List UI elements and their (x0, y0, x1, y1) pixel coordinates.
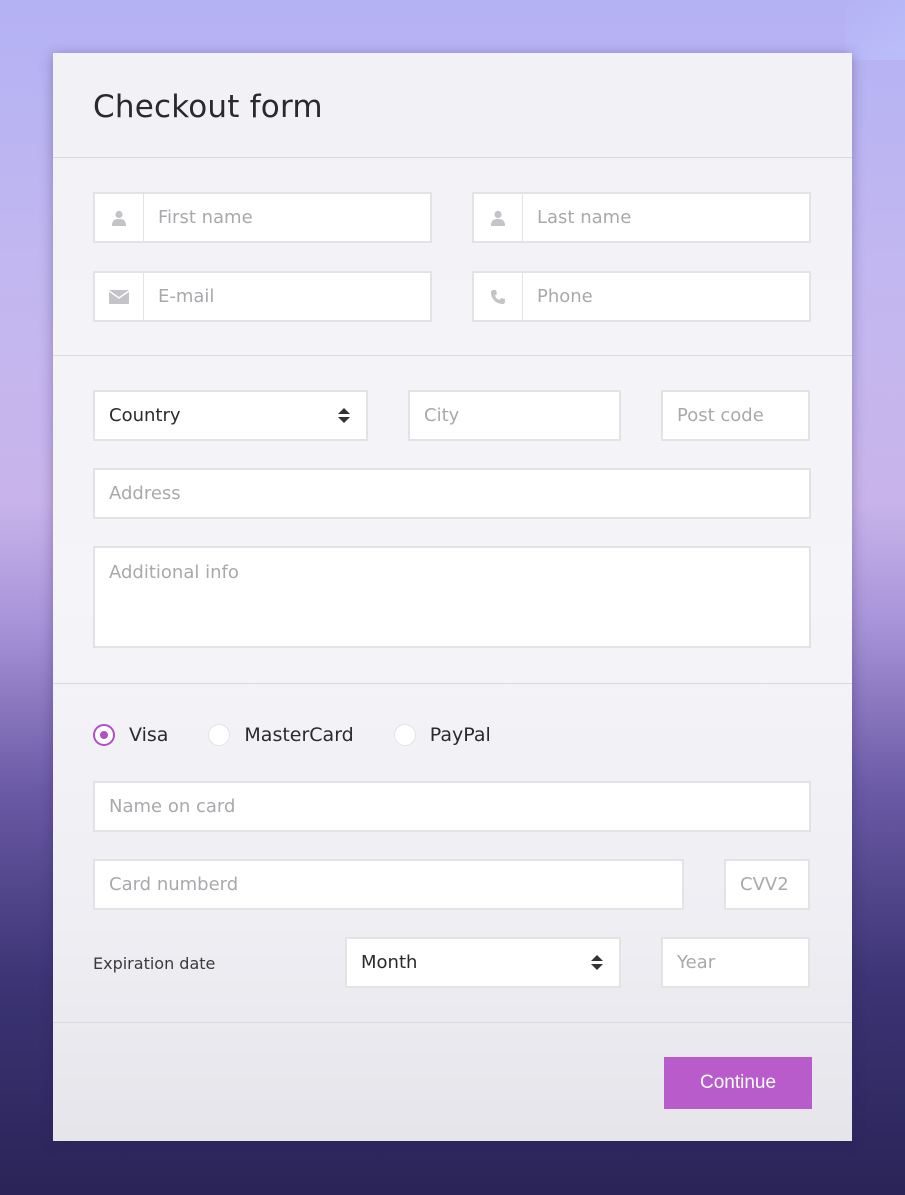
month-value: Month (361, 952, 418, 973)
cvv-field[interactable]: CVV2 (724, 859, 810, 910)
first-name-placeholder: First name (158, 207, 253, 228)
address-section: Country City Post code Address Additiona… (53, 356, 852, 684)
name-on-card-field[interactable]: Name on card (93, 781, 811, 832)
last-name-placeholder: Last name (537, 207, 632, 228)
select-arrows-icon (338, 408, 350, 423)
radio-checked-icon[interactable] (93, 724, 115, 746)
user-icon (95, 194, 144, 241)
expiration-date-label: Expiration date (93, 954, 216, 973)
email-placeholder: E-mail (158, 286, 215, 307)
select-arrows-icon (591, 955, 603, 970)
continue-button[interactable]: Continue (664, 1057, 812, 1109)
year-field[interactable]: Year (661, 937, 810, 988)
phone-field[interactable]: Phone (472, 271, 811, 322)
month-select[interactable]: Month (345, 937, 621, 988)
year-placeholder: Year (677, 952, 716, 973)
envelope-icon (95, 273, 144, 320)
payment-option-label: Visa (129, 724, 169, 746)
address-placeholder: Address (109, 483, 181, 504)
country-value: Country (109, 405, 181, 426)
personal-info-section: First name Last name E-mail Phone (53, 158, 852, 356)
radio-unchecked-icon[interactable] (208, 724, 231, 746)
payment-option-mastercard[interactable]: MasterCard (208, 724, 354, 746)
phone-icon (474, 273, 523, 320)
card-header: Checkout form (53, 53, 852, 158)
additional-info-placeholder: Additional info (109, 562, 239, 583)
last-name-field[interactable]: Last name (472, 192, 811, 243)
radio-unchecked-icon[interactable] (393, 724, 416, 746)
city-field[interactable]: City (408, 390, 621, 441)
first-name-field[interactable]: First name (93, 192, 432, 243)
payment-option-paypal[interactable]: PayPal (393, 724, 491, 746)
address-field[interactable]: Address (93, 468, 811, 519)
country-select[interactable]: Country (93, 390, 368, 441)
cvv-placeholder: CVV2 (740, 874, 789, 895)
user-icon (474, 194, 523, 241)
post-code-field[interactable]: Post code (661, 390, 810, 441)
card-number-field[interactable]: Card numberd (93, 859, 684, 910)
payment-option-visa[interactable]: Visa (93, 724, 168, 746)
phone-placeholder: Phone (537, 286, 593, 307)
name-on-card-placeholder: Name on card (109, 796, 236, 817)
card-number-placeholder: Card numberd (109, 874, 239, 895)
payment-option-label: MasterCard (244, 724, 354, 746)
checkout-card: Checkout form First name Last name E-mai… (53, 53, 852, 1141)
payment-method-group: Visa MasterCard PayPal (93, 724, 531, 746)
city-placeholder: City (424, 405, 460, 426)
card-footer: Continue (53, 1023, 852, 1141)
email-field[interactable]: E-mail (93, 271, 432, 322)
payment-section: Visa MasterCard PayPal Name on card Card… (53, 684, 852, 1023)
background-highlight (845, 0, 905, 60)
payment-option-label: PayPal (429, 724, 491, 746)
additional-info-textarea[interactable]: Additional info (93, 546, 811, 648)
post-code-placeholder: Post code (677, 405, 764, 426)
page-title: Checkout form (93, 89, 323, 125)
